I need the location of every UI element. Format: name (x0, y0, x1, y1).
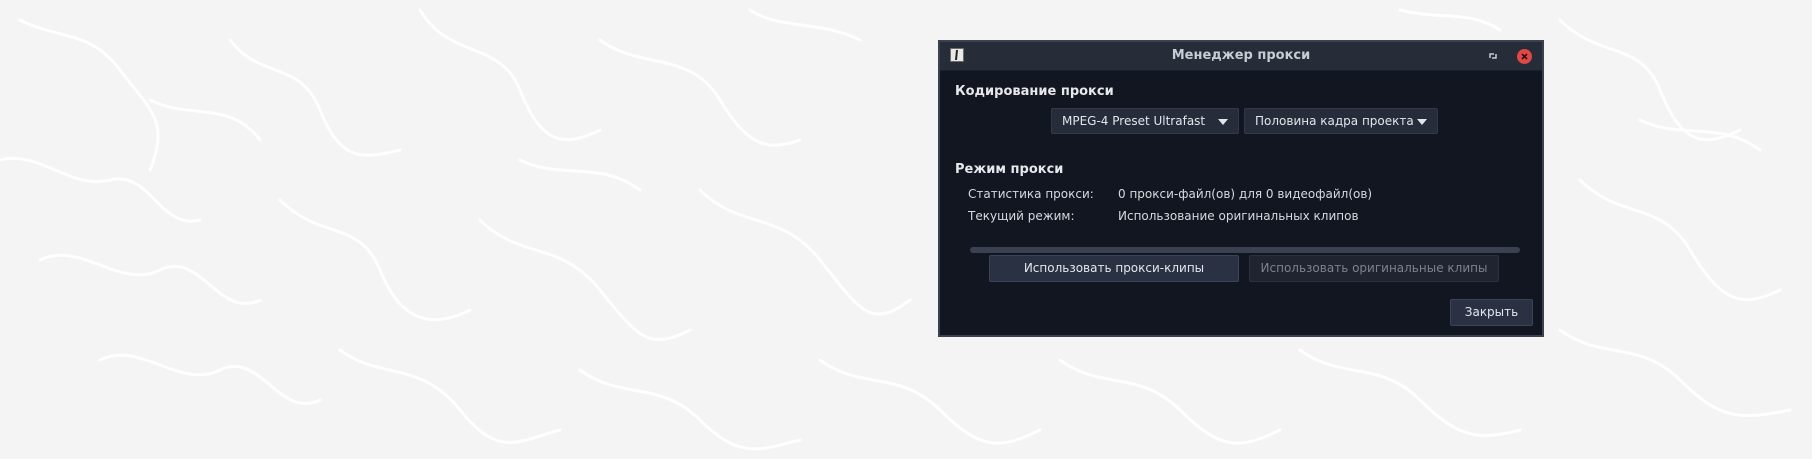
proxy-manager-window: Менеджер прокси Кодирование прокси MPEG-… (938, 40, 1544, 337)
close-icon[interactable] (1517, 49, 1532, 64)
restore-icon[interactable] (1486, 49, 1500, 63)
proxy-size-dropdown[interactable]: Половина кадра проекта (1244, 108, 1438, 134)
proxy-mode-heading: Режим прокси (955, 162, 1064, 177)
proxy-progress-bar (970, 247, 1520, 253)
current-mode-value: Использование оригинальных клипов (1118, 209, 1359, 223)
chevron-down-icon (1218, 119, 1228, 125)
proxy-encoding-heading: Кодирование прокси (955, 84, 1114, 99)
use-original-clips-button[interactable]: Использовать оригинальные клипы (1249, 255, 1499, 282)
close-button[interactable]: Закрыть (1450, 299, 1533, 326)
current-mode-label: Текущий режим: (968, 209, 1075, 223)
use-proxy-clips-button[interactable]: Использовать прокси-клипы (989, 255, 1239, 282)
encoding-preset-value: MPEG-4 Preset Ultrafast (1062, 114, 1206, 128)
proxy-stats-value: 0 прокси-файл(ов) для 0 видеофайл(ов) (1118, 187, 1373, 201)
proxy-stats-label: Статистика прокси: (968, 187, 1094, 201)
window-title: Менеджер прокси (1171, 48, 1311, 63)
encoding-preset-dropdown[interactable]: MPEG-4 Preset Ultrafast (1051, 108, 1239, 134)
window-titlebar[interactable]: Менеджер прокси (940, 42, 1542, 71)
chevron-down-icon (1417, 119, 1427, 125)
proxy-size-value: Половина кадра проекта (1255, 114, 1414, 128)
